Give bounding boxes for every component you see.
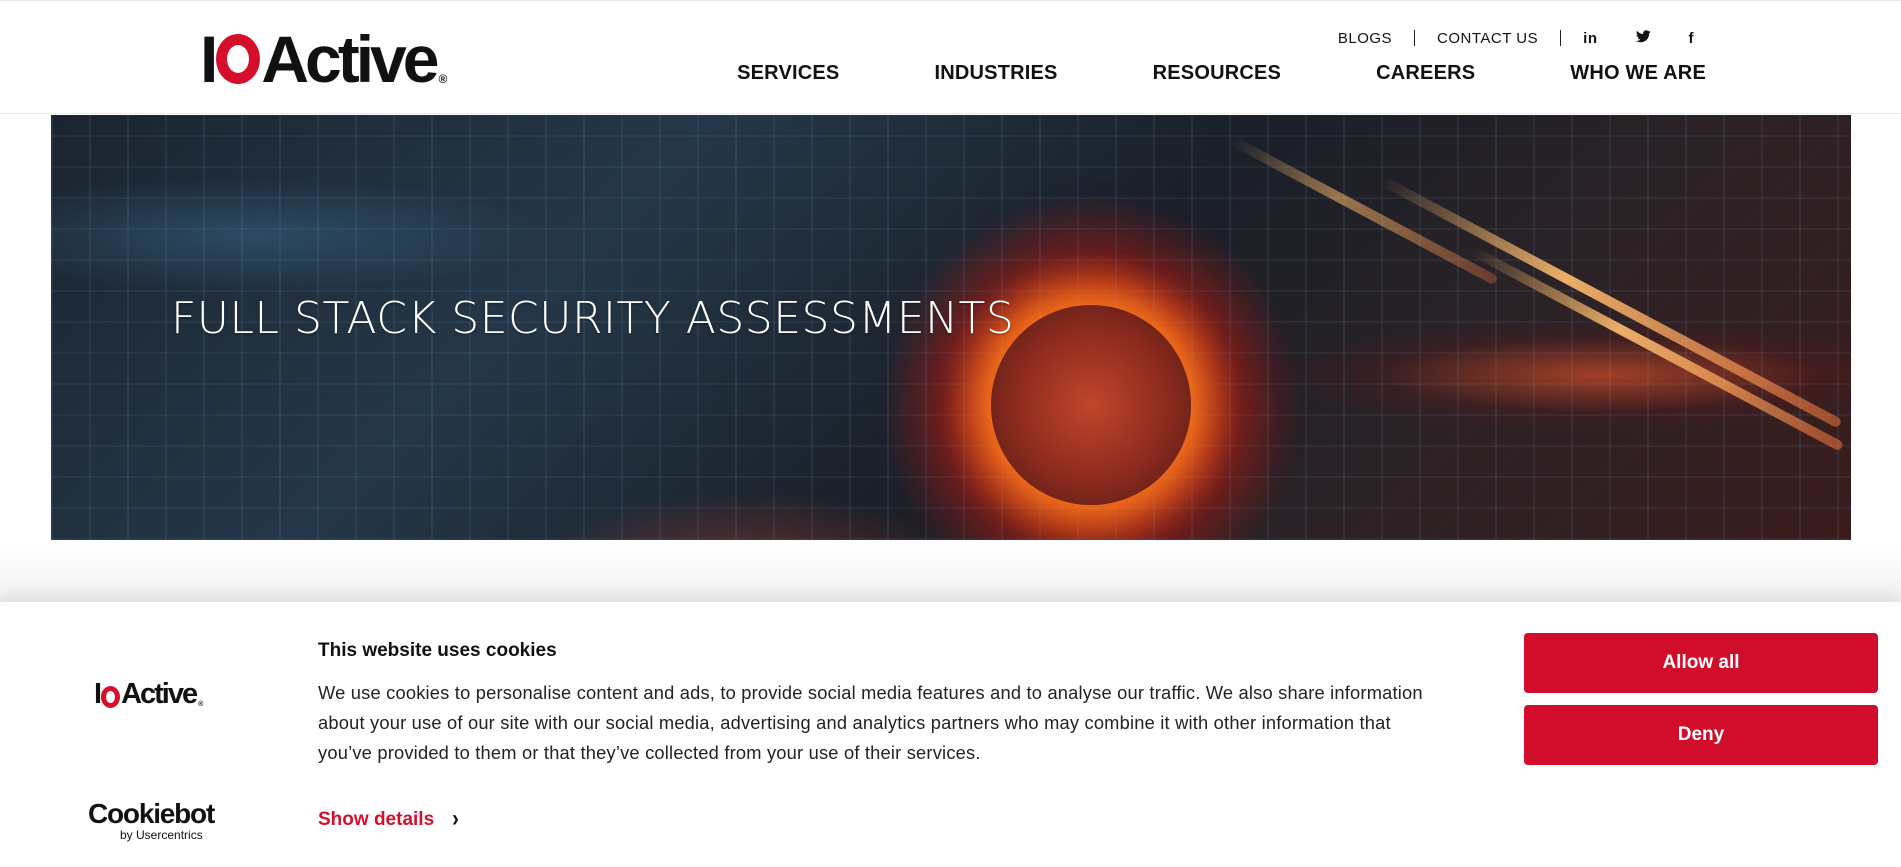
twitter-icon[interactable] — [1635, 29, 1651, 47]
divider — [1560, 30, 1562, 46]
allow-all-button[interactable]: Allow all — [1524, 633, 1878, 693]
hero-title: FULL STACK SECURITY ASSESSMENTS — [171, 293, 1015, 344]
divider — [1414, 30, 1416, 46]
chevron-right-icon: › — [452, 805, 459, 833]
cookie-banner-logo: I Active ® — [94, 678, 203, 711]
linkedin-icon[interactable]: in — [1583, 30, 1597, 47]
utility-nav: BLOGS CONTACT US in f — [1338, 28, 1694, 48]
hero-virus-graphic — [991, 305, 1191, 505]
deny-button[interactable]: Deny — [1524, 705, 1878, 765]
cookie-description: We use cookies to personalise content an… — [318, 682, 1423, 763]
contact-us-link[interactable]: CONTACT US — [1437, 30, 1538, 47]
social-links: in f — [1583, 30, 1694, 47]
nav-who-we-are[interactable]: WHO WE ARE — [1570, 62, 1706, 92]
nav-services[interactable]: SERVICES — [737, 62, 839, 92]
logo-registered-mark: ® — [198, 701, 204, 708]
logo-letter-i: I — [200, 22, 218, 96]
hero-banner: FULL STACK SECURITY ASSESSMENTS — [51, 115, 1851, 540]
blogs-link[interactable]: BLOGS — [1338, 30, 1392, 47]
site-header: I Active ® BLOGS CONTACT US in f SERVICE… — [0, 0, 1901, 114]
facebook-icon[interactable]: f — [1689, 30, 1695, 47]
cookiebot-subtitle: by Usercentrics — [120, 828, 203, 842]
logo-registered-mark: ® — [438, 72, 448, 86]
nav-industries[interactable]: INDUSTRIES — [934, 62, 1057, 92]
cookie-consent-banner: I Active ® Cookiebot by Usercentrics Thi… — [0, 602, 1901, 867]
logo-o-ring — [101, 686, 121, 708]
nav-careers[interactable]: CAREERS — [1376, 62, 1475, 92]
ioactive-logo[interactable]: I Active ® — [200, 22, 448, 96]
nav-resources[interactable]: RESOURCES — [1153, 62, 1282, 92]
logo-word-active: Active — [261, 22, 439, 96]
main-nav: SERVICES INDUSTRIES RESOURCES CAREERS WH… — [737, 62, 1706, 92]
show-details-link[interactable]: Show details › — [318, 805, 459, 833]
logo-letter-i: I — [94, 678, 102, 710]
content-spacer — [0, 540, 1901, 602]
cookie-title: This website uses cookies — [318, 640, 557, 661]
logo-word-active: Active — [121, 678, 198, 710]
logo-o-ring — [216, 34, 261, 84]
cookiebot-logo[interactable]: Cookiebot by Usercentrics — [88, 798, 228, 843]
show-details-label: Show details — [318, 808, 435, 830]
cookiebot-wordmark: Cookiebot — [88, 798, 215, 829]
